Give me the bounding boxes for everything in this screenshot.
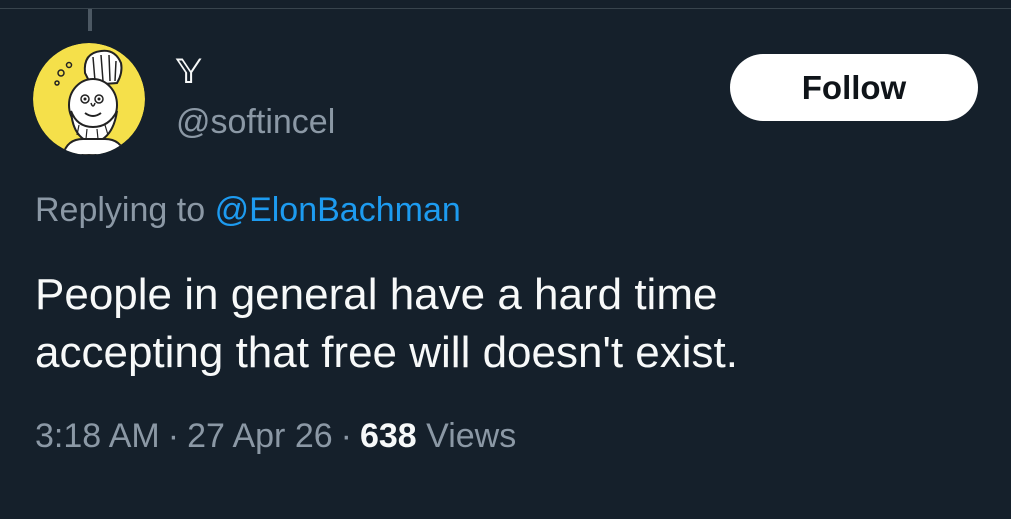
top-divider <box>0 0 1011 9</box>
meta-separator: · <box>340 417 352 455</box>
tweet-time-link[interactable]: 3:18 AM <box>35 417 160 455</box>
avatar[interactable] <box>33 43 145 155</box>
replying-to-mention-link[interactable]: @ElonBachman <box>215 191 461 229</box>
follow-button[interactable]: Follow <box>730 54 978 121</box>
display-name[interactable]: 𝕐 <box>176 52 201 92</box>
replying-to-line: Replying to @ElonBachman <box>35 188 461 232</box>
tweet-date-link[interactable]: 27 Apr 26 <box>187 417 333 455</box>
replying-to-prefix: Replying to <box>35 191 206 229</box>
tweet-text-line-1: People in general have a hard time <box>35 270 718 319</box>
views-label[interactable]: Views <box>426 417 516 455</box>
views-count[interactable]: 638 <box>360 417 417 455</box>
cartoon-chef-avatar-icon <box>33 43 145 155</box>
tweet-text: People in general have a hard time accep… <box>35 266 985 382</box>
meta-separator: · <box>167 417 180 455</box>
user-handle[interactable]: @softincel <box>176 100 335 144</box>
tweet-text-line-2: accepting that free will doesn't exist. <box>35 328 738 377</box>
tweet-meta: 3:18 AM · 27 Apr 26 · 638 Views <box>35 413 516 459</box>
thread-connector-line <box>88 9 92 31</box>
